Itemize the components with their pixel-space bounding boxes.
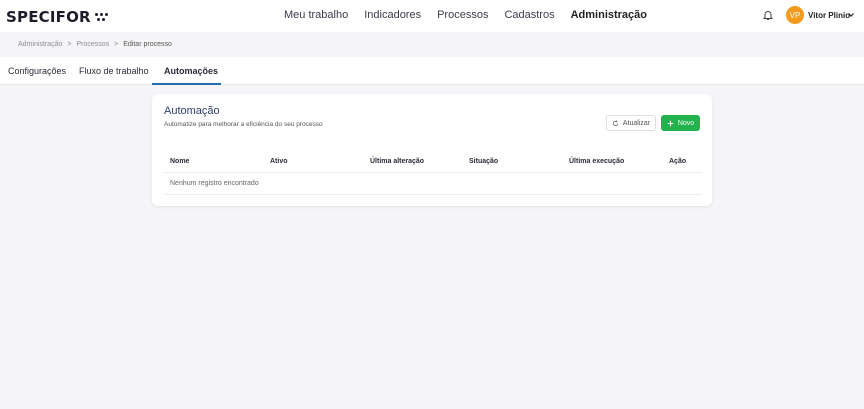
main-nav: Meu trabalho Indicadores Processos Cadas… [284, 9, 647, 21]
breadcrumb: Administração > Processos > Editar proce… [18, 41, 172, 48]
breadcrumb-separator: > [67, 41, 72, 48]
plus-icon [667, 120, 674, 126]
refresh-icon [612, 119, 618, 126]
table-header-divider [164, 172, 702, 173]
tab-automacoes[interactable]: Automações [164, 66, 218, 76]
empty-table-message: Nenhum registro encontrado [170, 180, 259, 187]
table-row-divider [164, 194, 702, 195]
nav-item-indicadores[interactable]: Indicadores [364, 9, 421, 21]
tabs-bar: Configurações Fluxo de trabalho Automaçõ… [0, 57, 864, 85]
column-header-situacao[interactable]: Situação [469, 158, 498, 165]
breadcrumb-separator: > [114, 41, 119, 48]
brand-logo[interactable]: SPECIFOR [6, 8, 108, 26]
card-title: Automação [164, 105, 220, 117]
refresh-label: Atualizar [622, 119, 651, 127]
nav-item-administracao[interactable]: Administração [571, 9, 647, 21]
new-label: Novo [677, 119, 695, 127]
bell-icon[interactable] [763, 10, 773, 21]
column-header-ultima-execucao[interactable]: Última execução [569, 158, 624, 165]
column-header-nome[interactable]: Nome [170, 158, 189, 165]
breadcrumb-item-processos[interactable]: Processos [76, 41, 109, 48]
column-header-ultima-alteracao[interactable]: Última alteração [370, 158, 424, 165]
user-name[interactable]: Vitor Plinio [808, 11, 850, 20]
nav-item-cadastros[interactable]: Cadastros [504, 9, 554, 21]
active-tab-indicator [152, 83, 221, 85]
nav-item-processos[interactable]: Processos [437, 9, 488, 21]
refresh-button[interactable]: Atualizar [606, 115, 656, 131]
logo-dots-icon [94, 12, 108, 22]
chevron-down-icon[interactable] [847, 11, 855, 19]
breadcrumb-item-administracao[interactable]: Administração [18, 41, 62, 48]
tab-fluxo-de-trabalho[interactable]: Fluxo de trabalho [79, 66, 149, 76]
new-button[interactable]: Novo [661, 115, 700, 131]
column-header-ativo[interactable]: Ativo [270, 158, 288, 165]
top-navbar: SPECIFOR Meu trabalho Indicadores Proces… [0, 0, 864, 32]
brand-name: SPECIFOR [6, 8, 91, 26]
avatar-initials: VP [789, 10, 801, 20]
card-subtitle: Automatize para melhorar a eficiência do… [164, 121, 323, 128]
tab-configuracoes[interactable]: Configurações [8, 66, 66, 76]
nav-item-meu-trabalho[interactable]: Meu trabalho [284, 9, 348, 21]
column-header-acao[interactable]: Ação [669, 158, 686, 165]
avatar[interactable]: VP [786, 6, 804, 24]
automation-card: Automação Automatize para melhorar a efi… [152, 94, 712, 206]
breadcrumb-item-editar-processo: Editar processo [123, 41, 172, 48]
